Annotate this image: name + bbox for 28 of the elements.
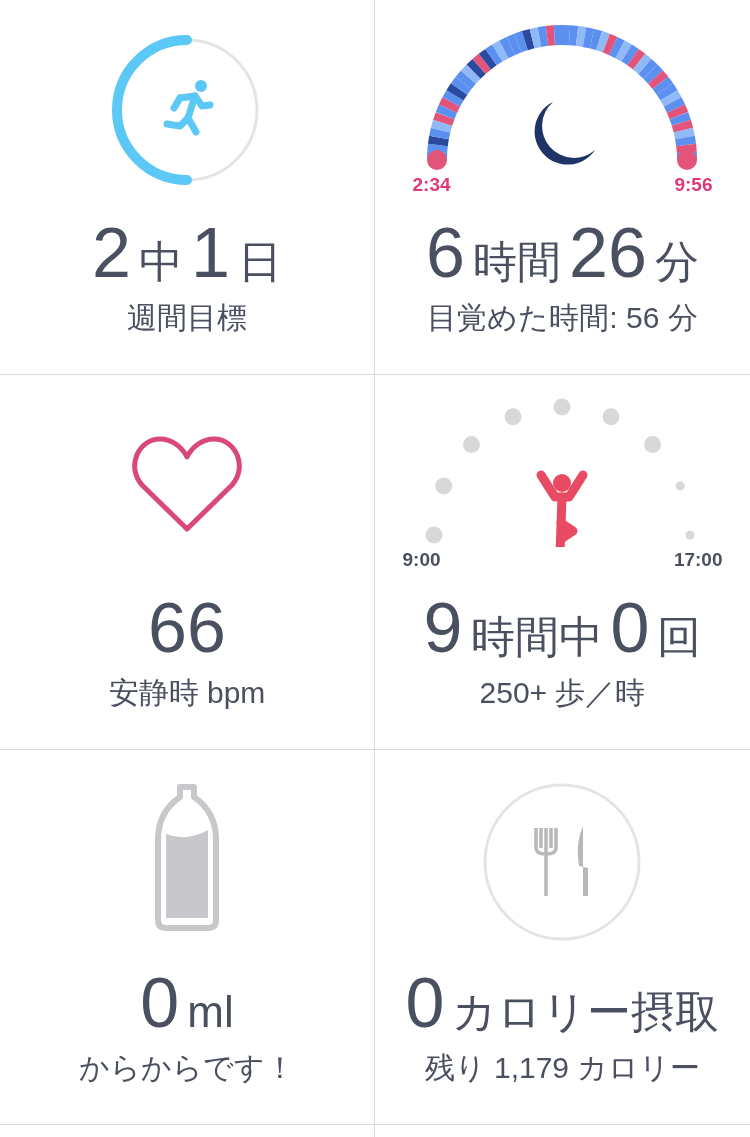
stat-tile[interactable]: 0 カロリー摂取 残り 1,179 カロリー — [375, 750, 750, 1125]
subtitle: 目覚めた時間: 56 分 — [427, 300, 698, 336]
bottle-icon — [154, 784, 219, 931]
headline-value: 2 中 1 日 — [92, 213, 282, 294]
headline-value: 6 時間 26 分 — [426, 213, 699, 294]
headline-value: 66 — [148, 588, 226, 669]
subtitle: 残り 1,179 カロリー — [424, 1050, 701, 1086]
moon-icon — [534, 102, 595, 165]
subtitle: 週間目標 — [127, 300, 247, 336]
start-time: 2:34 — [412, 174, 451, 196]
start-time: 9:00 — [402, 549, 441, 571]
subtitle: 安静時 bpm — [108, 675, 266, 711]
subtitle: からからです！ — [79, 1050, 295, 1086]
stat-tile[interactable]: 66 安静時 bpm — [0, 375, 375, 750]
fork-knife-icon — [483, 783, 641, 941]
heart-icon — [131, 436, 242, 532]
runner-icon — [163, 80, 213, 136]
person-icon — [536, 470, 588, 547]
stat-tile[interactable]: 9:00 17:00 9 時間中 0 回 250+ 歩／時 — [375, 375, 750, 750]
headline-value: 0 カロリー摂取 — [405, 963, 720, 1044]
stat-tile[interactable]: 2 中 1 日 週間目標 — [0, 0, 375, 375]
subtitle: 250+ 歩／時 — [479, 675, 646, 711]
end-time: 17:00 — [673, 549, 723, 571]
headline-value: 9 時間中 0 回 — [423, 588, 702, 669]
stat-tile[interactable]: 0 ml からからです！ — [0, 750, 375, 1125]
stat-tile[interactable]: 2:34 9:56 6 時間 26 分 目覚めた時間: 56 分 — [375, 0, 750, 375]
end-time: 9:56 — [674, 174, 713, 196]
headline-value: 0 ml — [140, 963, 234, 1044]
